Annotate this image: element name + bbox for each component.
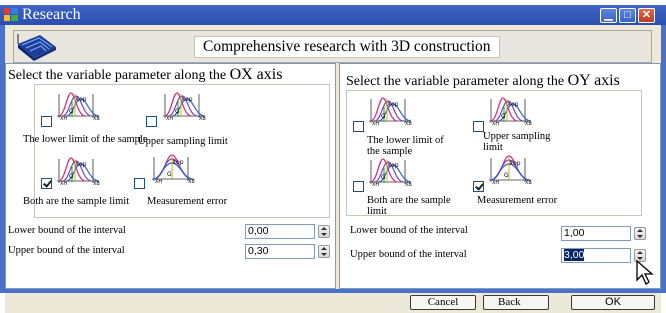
upper-bound-label: Upper bound of the interval bbox=[350, 249, 467, 260]
oy-axis-panel: Select the variable parameter along the … bbox=[339, 63, 661, 289]
oy-upper-bound-value: 3,00 bbox=[564, 249, 585, 261]
oy-lower-bound-input[interactable]: 1,00 bbox=[561, 226, 631, 241]
distribution-curves-icon bbox=[488, 155, 533, 184]
close-button[interactable]: ✕ bbox=[638, 8, 655, 23]
oy-lower-spinner[interactable] bbox=[634, 227, 646, 240]
ox-lower-spinner[interactable] bbox=[318, 225, 330, 238]
checkbox[interactable] bbox=[473, 181, 484, 192]
oy-options-group: The lower limit of the sample Upper samp… bbox=[346, 90, 642, 217]
option-label: Measurement error bbox=[147, 196, 228, 207]
distribution-curves-icon bbox=[151, 154, 196, 183]
oy-panel-title: Select the variable parameter along the … bbox=[346, 72, 620, 90]
ox-lower-bound-value: 0,00 bbox=[248, 225, 269, 237]
checkbox[interactable] bbox=[353, 181, 364, 192]
checkbox[interactable] bbox=[41, 178, 52, 189]
lower-bound-label: Lower bound of the interval bbox=[350, 225, 468, 236]
checkbox[interactable] bbox=[353, 121, 364, 132]
page-title: Comprehensive research with 3D construct… bbox=[194, 36, 500, 58]
oy-title-axis: OY axis bbox=[567, 72, 620, 89]
upper-bound-label: Upper bound of the interval bbox=[8, 245, 125, 256]
distribution-curves-icon bbox=[162, 92, 207, 120]
research-window: Research ▁ □ ✕ Comprehensive research wi… bbox=[0, 0, 666, 313]
oy-lower-bound-value: 1,00 bbox=[564, 227, 585, 239]
ok-button[interactable]: OK bbox=[571, 295, 655, 310]
distribution-curves-icon bbox=[56, 92, 101, 120]
app-icon bbox=[4, 8, 18, 21]
cancel-button[interactable]: Cancel bbox=[410, 295, 476, 310]
close-icon: ✕ bbox=[641, 9, 652, 21]
lower-bound-label: Lower bound of the interval bbox=[8, 225, 126, 236]
back-button[interactable]: Back bbox=[483, 295, 549, 310]
oy-title-prefix: Select the variable parameter along the bbox=[346, 74, 568, 89]
mouse-pointer-icon bbox=[636, 260, 654, 285]
option-label: The lower limit of the sample bbox=[367, 135, 444, 157]
distribution-curves-icon bbox=[368, 97, 413, 125]
maximize-button[interactable]: □ bbox=[619, 8, 636, 23]
maximize-icon: □ bbox=[624, 9, 631, 21]
window-title: Research bbox=[22, 6, 81, 23]
header-band: Comprehensive research with 3D construct… bbox=[13, 30, 652, 63]
title-bar[interactable]: Research ▁ □ ✕ bbox=[0, 5, 666, 25]
ox-axis-panel: Select the variable parameter along the … bbox=[5, 63, 336, 289]
checkbox[interactable] bbox=[41, 116, 52, 127]
ox-options-group: The lower limit of the sample Upper samp… bbox=[23, 84, 330, 218]
distribution-curves-icon bbox=[56, 157, 101, 185]
option-label: Upper sampling limit bbox=[483, 131, 551, 153]
distribution-curves-icon bbox=[488, 97, 533, 125]
dialog-client: Comprehensive research with 3D construct… bbox=[5, 25, 661, 313]
option-label: Upper sampling limit bbox=[138, 136, 228, 147]
ox-title-axis: OX axis bbox=[229, 66, 283, 83]
ox-upper-bound-input[interactable]: 0,30 bbox=[245, 244, 315, 259]
button-bar: Cancel Back OK bbox=[5, 293, 661, 313]
option-label: Both are the sample limit bbox=[367, 195, 451, 217]
minimize-icon: ▁ bbox=[604, 9, 613, 21]
ox-title-prefix: Select the variable parameter along the bbox=[8, 68, 230, 83]
option-label: Both are the sample limit bbox=[23, 196, 130, 207]
checkbox[interactable] bbox=[146, 116, 157, 127]
oy-upper-bound-input[interactable]: 3,00 bbox=[561, 248, 631, 263]
checkbox[interactable] bbox=[134, 178, 145, 189]
minimize-button[interactable]: ▁ bbox=[600, 8, 617, 23]
ox-lower-bound-input[interactable]: 0,00 bbox=[245, 224, 315, 239]
distribution-curves-icon bbox=[368, 158, 413, 186]
ox-upper-spinner[interactable] bbox=[318, 245, 330, 258]
option-label: Measurement error bbox=[477, 195, 558, 206]
ox-upper-bound-value: 0,30 bbox=[248, 245, 269, 257]
surface-3d-icon bbox=[17, 34, 56, 61]
ox-panel-title: Select the variable parameter along the … bbox=[8, 66, 282, 84]
